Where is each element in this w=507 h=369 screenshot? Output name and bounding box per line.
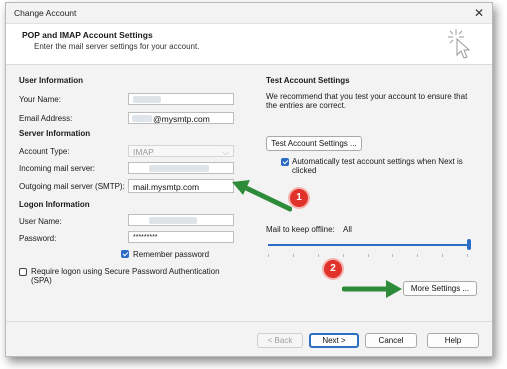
- email-field[interactable]: @mysmtp.com: [128, 112, 234, 124]
- outgoing-server-label: Outgoing mail server (SMTP):: [19, 182, 125, 191]
- outgoing-server-field[interactable]: mail.mysmtp.com: [128, 179, 234, 193]
- incoming-server-label: Incoming mail server:: [19, 164, 96, 173]
- header-subtitle: Enter the mail server settings for your …: [34, 42, 200, 51]
- offline-label-text: Mail to keep offline:: [266, 225, 335, 234]
- server-info-heading: Server Information: [19, 129, 91, 138]
- back-button[interactable]: < Back: [257, 333, 303, 348]
- incoming-server-field[interactable]: [128, 162, 234, 174]
- test-description: We recommend that you test your account …: [266, 92, 468, 110]
- annotation-badge-2: 2: [324, 260, 342, 278]
- password-label: Password:: [19, 234, 57, 243]
- auto-test-checkbox[interactable]: [281, 158, 289, 166]
- cancel-button[interactable]: Cancel: [365, 333, 417, 348]
- chevron-down-icon: ⌵: [222, 147, 229, 157]
- settings-header: POP and IMAP Account Settings Enter the …: [6, 24, 492, 65]
- test-account-settings-button[interactable]: Test Account Settings ...: [266, 136, 362, 151]
- redacted-user: [149, 217, 197, 224]
- spa-label: Require logon using Secure Password Auth…: [31, 267, 220, 285]
- test-settings-heading: Test Account Settings: [266, 76, 350, 85]
- title-bar: Change Account ✕: [6, 3, 492, 24]
- user-info-heading: User Information: [19, 76, 84, 85]
- account-type-label: Account Type:: [19, 147, 70, 156]
- more-settings-button[interactable]: More Settings ...: [403, 281, 477, 296]
- cursor-sparkle-icon: [448, 29, 471, 59]
- spa-checkbox[interactable]: [19, 268, 27, 276]
- email-domain: @mysmtp.com: [153, 114, 210, 124]
- annotation-arrow-2: [342, 280, 402, 298]
- your-name-field[interactable]: [128, 93, 234, 105]
- user-name-field[interactable]: [128, 214, 234, 226]
- help-button[interactable]: Help: [427, 333, 479, 348]
- logon-info-heading: Logon Information: [19, 200, 90, 209]
- email-label: Email Address:: [19, 114, 73, 123]
- password-field[interactable]: *********: [128, 231, 234, 243]
- redacted-incoming: [149, 165, 209, 172]
- account-type-select: IMAP ⌵: [128, 145, 234, 157]
- remember-password-checkbox[interactable]: [121, 250, 129, 258]
- close-icon[interactable]: ✕: [474, 6, 484, 20]
- user-name-label: User Name:: [19, 217, 62, 226]
- dialog-footer: < Back Next > Cancel Help: [6, 321, 492, 356]
- annotation-badge-1: 1: [290, 189, 308, 207]
- offline-slider[interactable]: [268, 239, 471, 251]
- your-name-label: Your Name:: [19, 95, 61, 104]
- slider-ticks: [268, 254, 468, 257]
- header-title: POP and IMAP Account Settings: [22, 30, 153, 40]
- redacted-name: [133, 96, 161, 103]
- redacted-email-user: [132, 115, 152, 122]
- remember-password-label: Remember password: [133, 250, 210, 259]
- auto-test-label: Automatically test account settings when…: [292, 157, 463, 175]
- offline-value: All: [343, 225, 352, 234]
- slider-fill: [268, 244, 468, 246]
- window-title: Change Account: [14, 8, 77, 18]
- next-button[interactable]: Next >: [309, 333, 359, 348]
- annotation-arrow-1: [232, 180, 292, 212]
- account-type-value: IMAP: [133, 147, 154, 157]
- slider-thumb[interactable]: [467, 239, 471, 250]
- change-account-dialog: Change Account ✕ POP and IMAP Account Se…: [5, 2, 493, 357]
- offline-label: Mail to keep offline: All: [266, 225, 352, 234]
